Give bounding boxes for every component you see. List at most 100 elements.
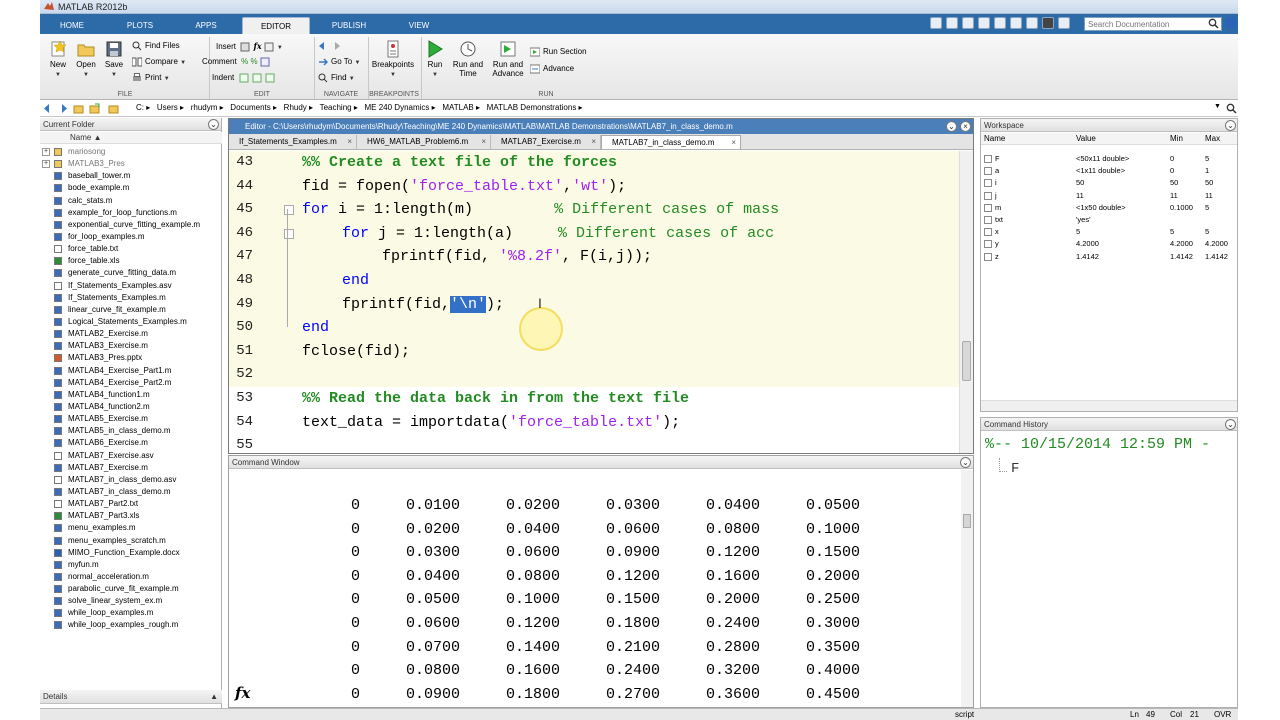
folder-item[interactable]: + MATLAB3_Pres: [40, 158, 222, 170]
address-dropdown-icon[interactable]: ▼: [1214, 103, 1221, 110]
quick-switch-window-icon[interactable]: [1026, 17, 1038, 29]
run-section-button[interactable]: Run Section: [530, 47, 587, 57]
quick-copy-icon[interactable]: [962, 17, 974, 29]
file-item[interactable]: MATLAB7_in_class_demo.asv: [40, 474, 222, 486]
column-header-min[interactable]: Min: [1170, 133, 1183, 145]
navigate-back-forward[interactable]: [318, 41, 344, 51]
quick-simulink-icon[interactable]: [1042, 17, 1054, 29]
indent-icon[interactable]: [252, 73, 262, 83]
breadcrumb-item[interactable]: rhudym: [191, 103, 218, 112]
history-session-date[interactable]: %-- 10/15/2014 12:59 PM -: [985, 436, 1210, 453]
advance-button[interactable]: Advance: [530, 64, 574, 74]
find-files-button[interactable]: Find Files: [132, 41, 180, 51]
command-window-scrollbar[interactable]: [961, 470, 973, 707]
outdent-icon[interactable]: [265, 73, 275, 83]
workspace-variable-row[interactable]: txt 'yes': [981, 214, 1237, 226]
uncomment-icon[interactable]: %: [251, 57, 258, 66]
quick-cut-icon[interactable]: [946, 17, 958, 29]
comment-button[interactable]: Comment % %: [202, 57, 273, 67]
file-item[interactable]: force_table.txt: [40, 243, 222, 255]
file-item[interactable]: MATLAB3_Pres.pptx: [40, 352, 222, 364]
function-browser-icon[interactable]: fx: [235, 684, 250, 702]
file-item[interactable]: example_for_loop_functions.m: [40, 207, 222, 219]
expand-folder-icon[interactable]: +: [42, 148, 50, 156]
file-item[interactable]: If_Statements_Examples.m: [40, 292, 222, 304]
folder-item[interactable]: + mariosong: [40, 146, 222, 158]
file-item[interactable]: MATLAB7_Exercise.m: [40, 462, 222, 474]
tab-editor[interactable]: EDITOR: [242, 17, 310, 34]
print-button[interactable]: Print ▼: [132, 73, 170, 83]
file-item[interactable]: If_Statements_Examples.asv: [40, 280, 222, 292]
workspace-variable-row[interactable]: m <1x50 double> 0.1000 5: [981, 202, 1237, 214]
file-item[interactable]: linear_curve_fit_example.m: [40, 304, 222, 316]
run-and-time-button[interactable]: Run and Time: [450, 40, 486, 78]
back-icon[interactable]: [43, 103, 54, 114]
workspace-variable-row[interactable]: j 11 11 11: [981, 190, 1237, 202]
scroll-thumb[interactable]: [963, 514, 971, 528]
file-item[interactable]: MATLAB7_Exercise.asv: [40, 450, 222, 462]
breakpoints-button[interactable]: Breakpoints ▼: [370, 40, 416, 78]
forward-arrow-icon[interactable]: [331, 41, 341, 51]
file-item[interactable]: MIMO_Function_Example.docx: [40, 547, 222, 559]
editor-tab[interactable]: HW6_MATLAB_Problem6.m ×: [357, 135, 491, 149]
file-item[interactable]: calc_stats.m: [40, 195, 222, 207]
column-header-name[interactable]: Name: [984, 133, 1005, 145]
tab-close-icon[interactable]: ×: [481, 135, 486, 149]
file-item[interactable]: menu_examples.m: [40, 522, 222, 534]
quick-undo-icon[interactable]: [994, 17, 1006, 29]
address-search-icon[interactable]: [1226, 103, 1237, 114]
go-to-button[interactable]: Go To ▼: [318, 57, 360, 67]
file-item[interactable]: myfun.m: [40, 559, 222, 571]
file-item[interactable]: baseball_tower.m: [40, 170, 222, 182]
command-window-actions-icon[interactable]: ⌄: [960, 457, 971, 468]
find-button[interactable]: Find ▼: [318, 73, 355, 83]
panel-actions-icon[interactable]: ⌄: [208, 119, 219, 130]
workspace-variable-row[interactable]: x 5 5 5: [981, 226, 1237, 238]
file-item[interactable]: while_loop_examples.m: [40, 607, 222, 619]
search-documentation-input[interactable]: [1084, 17, 1222, 31]
details-panel-header[interactable]: Details ▲: [40, 690, 222, 704]
file-item[interactable]: bode_example.m: [40, 182, 222, 194]
editor-actions-icon[interactable]: ⌄: [946, 121, 957, 132]
file-item[interactable]: MATLAB2_Exercise.m: [40, 328, 222, 340]
file-item[interactable]: while_loop_examples_rough.m: [40, 619, 222, 631]
breadcrumb-item[interactable]: Rhudy: [284, 103, 307, 112]
file-item[interactable]: generate_curve_fitting_data.m: [40, 267, 222, 279]
command-window-panel[interactable]: Command Window ⌄ 0 0.0100 0.0200 0.0300 0.04…: [228, 455, 974, 708]
insert-function-icon[interactable]: fx: [253, 41, 261, 51]
editor-tab[interactable]: If_Statements_Examples.m ×: [229, 135, 357, 149]
workspace-actions-icon[interactable]: ⌄: [1225, 120, 1236, 131]
file-item[interactable]: MATLAB6_Exercise.m: [40, 437, 222, 449]
file-item[interactable]: MATLAB5_in_class_demo.m: [40, 425, 222, 437]
breadcrumb-item[interactable]: Users: [157, 103, 178, 112]
run-and-advance-button[interactable]: Run and Advance: [490, 40, 526, 78]
file-item[interactable]: Logical_Statements_Examples.m: [40, 316, 222, 328]
help-menu-icon[interactable]: [1225, 17, 1237, 29]
tab-view[interactable]: VIEW: [390, 17, 448, 34]
file-item[interactable]: menu_examples_scratch.m: [40, 535, 222, 547]
breadcrumb-item[interactable]: Documents: [230, 103, 270, 112]
fold-toggle[interactable]: [284, 228, 294, 239]
expand-folder-icon[interactable]: +: [42, 160, 50, 169]
file-item[interactable]: MATLAB4_Exercise_Part2.m: [40, 377, 222, 389]
breadcrumb-item[interactable]: Teaching: [320, 103, 352, 112]
search-icon[interactable]: [1208, 18, 1219, 29]
workspace-horizontal-scrollbar[interactable]: [981, 400, 1237, 411]
column-header-value[interactable]: Value: [1076, 133, 1096, 145]
workspace-variable-row[interactable]: z 1.4142 1.4142 1.4142: [981, 251, 1237, 263]
compare-button[interactable]: Compare ▼: [132, 57, 186, 67]
file-item[interactable]: parabolic_curve_fit_example.m: [40, 583, 222, 595]
tab-close-icon[interactable]: ×: [347, 135, 352, 149]
editor-tab[interactable]: MATLAB7_Exercise.m ×: [491, 135, 601, 149]
tab-home[interactable]: HOME: [44, 17, 100, 34]
file-item[interactable]: for_loop_examples.m: [40, 231, 222, 243]
quick-paste-icon[interactable]: [978, 17, 990, 29]
wrap-comments-icon[interactable]: [260, 57, 270, 67]
file-item[interactable]: MATLAB4_function2.m: [40, 401, 222, 413]
up-folder-icon[interactable]: [73, 103, 84, 114]
file-item[interactable]: MATLAB7_in_class_demo.m: [40, 486, 222, 498]
breadcrumb-item[interactable]: ME 240 Dynamics: [365, 103, 430, 112]
save-button[interactable]: Save ▼: [100, 40, 128, 78]
file-item[interactable]: normal_acceleration.m: [40, 571, 222, 583]
tab-plots[interactable]: PLOTS: [112, 17, 168, 34]
